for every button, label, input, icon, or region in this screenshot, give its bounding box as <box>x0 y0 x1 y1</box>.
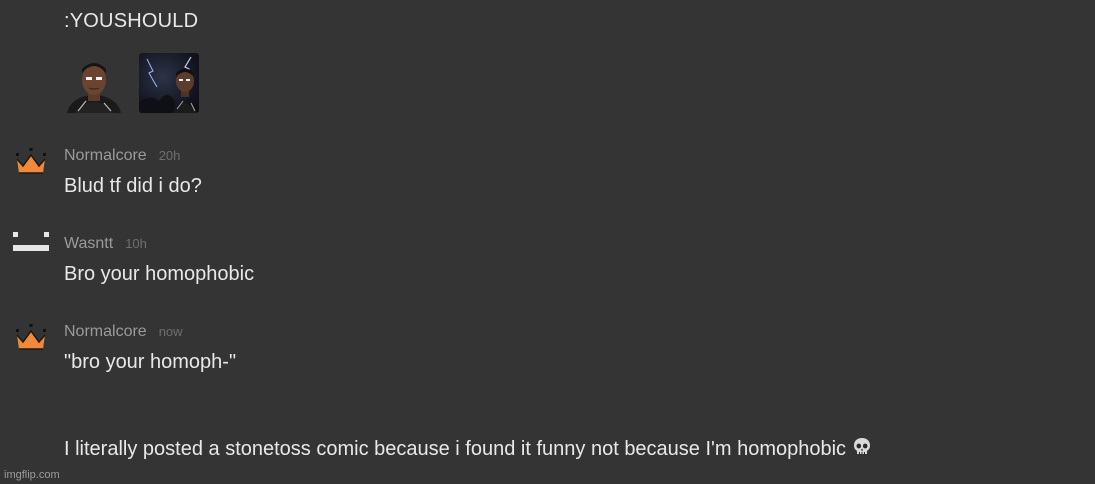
message-3-header: Normalcore now <box>64 323 183 341</box>
crown-icon <box>12 147 50 177</box>
message-1-text: Blud tf did i do? <box>64 175 202 197</box>
man-face-emote-icon <box>64 53 124 113</box>
message-1-username[interactable]: Normalcore <box>64 147 147 164</box>
message-1-header: Normalcore 20h <box>64 147 180 165</box>
pixel-face-icon <box>12 232 50 262</box>
message-3-username[interactable]: Normalcore <box>64 323 147 340</box>
message-2-text: Bro your homophobic <box>64 263 255 285</box>
skull-icon <box>852 437 872 463</box>
message-1-timestamp: 20h <box>158 148 181 163</box>
message-2-header: Wasntt 10h <box>64 235 147 253</box>
message-2-timestamp: 10h <box>125 236 147 251</box>
emote-code-text: :YOUSHOULD <box>64 10 199 32</box>
message-3-line-1: "bro your homoph-" <box>64 351 237 373</box>
message-3-timestamp: now <box>158 324 183 339</box>
message-3-line-2-container: I literally posted a stonetoss comic bec… <box>64 437 872 463</box>
man-lightning-emote-icon <box>139 53 199 113</box>
watermark: imgflip.com <box>4 469 60 481</box>
crown-icon <box>12 323 50 353</box>
message-3-line-2: I literally posted a stonetoss comic bec… <box>64 438 847 460</box>
message-2-username[interactable]: Wasntt <box>64 235 113 252</box>
